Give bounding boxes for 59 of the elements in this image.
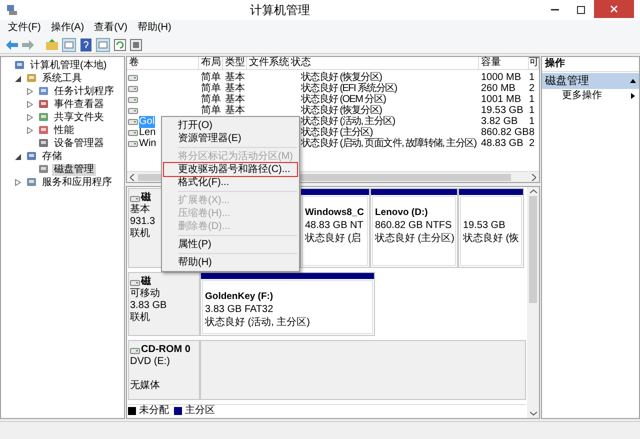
partition-info: 状态良好 (启: [305, 232, 362, 245]
table-cell: 简单: [201, 94, 221, 105]
disk-name: 磁: [141, 192, 151, 204]
table-cell: 8: [529, 127, 535, 138]
partition-info: 状态良好 (主分区): [375, 232, 454, 245]
table-cell: 1000 MB: [481, 72, 522, 83]
table-cell: 状态良好 (活动, 主分区): [301, 116, 395, 127]
disk-info: 可移动: [130, 288, 160, 300]
window-title: 计算机管理: [250, 2, 310, 19]
table-cell: 2: [529, 83, 535, 94]
table-cell: 260 MB: [481, 83, 516, 94]
partition-info: 860.82 GB NTFS: [375, 219, 452, 232]
partition-name: Lenovo (D:): [375, 206, 428, 219]
disk-info: 基本: [130, 204, 150, 216]
disk-name: 磁: [141, 276, 151, 288]
table-cell: 3.82 GB: [481, 116, 518, 127]
table-cell: 状态良好 (OEM 分区): [301, 94, 386, 105]
table-cell: 基本: [225, 105, 245, 116]
disk-name: CD-ROM 0: [141, 344, 190, 356]
table-cell: 基本: [225, 72, 245, 83]
table-cell: Win: [139, 138, 156, 150]
table-cell: 1: [529, 105, 535, 116]
table-cell: 简单: [201, 83, 221, 94]
disk-info: 931.3: [130, 216, 156, 228]
table-cell: 19.53 GB: [481, 105, 524, 116]
section-title: 磁盘管理: [545, 74, 589, 88]
partition-info: 19.53 GB: [463, 219, 506, 232]
disk-info: DVD (E:): [130, 356, 170, 368]
table-cell: Gol: [139, 116, 155, 128]
table-cell: 简单: [201, 72, 221, 83]
table-cell: 1: [529, 116, 535, 127]
table-cell: 1: [529, 94, 535, 105]
table-cell: 状态良好 (主分区): [301, 127, 372, 138]
partition-info: 状态良好 (活动, 主分区): [205, 316, 310, 329]
table-cell: 48.83 GB: [481, 138, 524, 149]
legend-label: 主分区: [185, 405, 215, 417]
partition-info: 3.83 GB FAT32: [205, 303, 274, 316]
table-cell: 基本: [225, 94, 245, 105]
partition-info: 48.83 GB NT: [305, 219, 364, 232]
disk-info: 无媒体: [130, 380, 160, 392]
partition-info: 状态良好 (恢: [463, 232, 520, 245]
table-cell: 状态良好 (恢复分区): [301, 72, 382, 83]
disk-info: 联机: [130, 312, 150, 324]
table-cell: 1: [529, 72, 535, 83]
table-cell: 状态良好 (恢复分区): [301, 105, 382, 116]
partition-name: GoldenKey (F:): [205, 290, 274, 303]
table-cell: 860.82 GB: [481, 127, 529, 138]
legend-label: 未分配: [139, 405, 169, 417]
disk-info: 联机: [130, 228, 150, 240]
table-cell: 1001 MB: [481, 94, 522, 105]
table-cell: 2: [529, 138, 535, 149]
partition-name: Windows8_C: [305, 206, 364, 219]
table-cell: Len: [139, 126, 156, 138]
table-cell: 简单: [201, 105, 221, 116]
table-cell: 状态良好 (启动, 页面文件, 故障转储, 主分区): [301, 138, 476, 149]
actions-header: 操作: [542, 57, 639, 72]
disk-info: 3.83 GB: [130, 300, 167, 312]
table-cell: 状态良好 (EFI 系统分区): [301, 83, 397, 94]
table-cell: 基本: [225, 83, 245, 94]
